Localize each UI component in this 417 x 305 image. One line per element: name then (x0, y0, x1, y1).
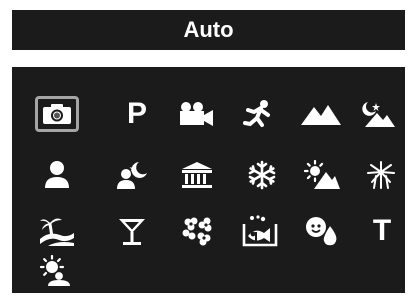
fish-tank-icon (242, 215, 278, 247)
mode-snow[interactable] (240, 157, 284, 193)
snowflake-icon (248, 160, 276, 190)
moon-mountain-icon (362, 102, 395, 127)
mode-baby-pet[interactable] (300, 213, 344, 249)
runner-icon (243, 100, 270, 127)
cocktail-icon (119, 219, 145, 245)
mode-backlight-portrait[interactable] (34, 253, 78, 289)
fireworks-icon (367, 161, 395, 189)
mode-landscape[interactable] (299, 96, 343, 132)
palm-wave-icon (40, 218, 74, 246)
museum-icon (182, 162, 212, 188)
mode-beach[interactable] (300, 157, 344, 193)
mode-grid: P T (12, 67, 405, 293)
person-icon (45, 161, 69, 188)
mode-auto-camera[interactable] (35, 96, 79, 132)
mode-portrait[interactable] (35, 157, 79, 193)
mode-program[interactable]: P (115, 96, 159, 132)
mode-fireworks[interactable] (359, 157, 403, 193)
mode-underwater[interactable] (238, 213, 282, 249)
mode-museum[interactable] (175, 157, 219, 193)
p-letter-icon: P (126, 97, 147, 130)
mode-party[interactable] (110, 213, 154, 249)
mode-text[interactable]: T (360, 213, 404, 249)
mode-title: Auto (183, 17, 234, 42)
flower-icon (182, 217, 212, 246)
mode-title-bar: Auto (12, 10, 405, 50)
movie-camera-icon (180, 102, 213, 126)
moon-person-icon (117, 162, 147, 189)
mode-sports[interactable] (236, 96, 280, 132)
camera-icon (43, 104, 71, 124)
t-letter-icon: T (372, 214, 392, 247)
sun-mountain-icon (304, 160, 340, 189)
mode-flower[interactable] (175, 213, 219, 249)
mode-night-portrait[interactable] (110, 157, 154, 193)
mode-sunset[interactable] (35, 213, 79, 249)
mountain-icon (301, 105, 341, 125)
sun-person-icon (39, 255, 70, 286)
mode-movie[interactable] (174, 96, 218, 132)
baby-drop-icon (306, 217, 338, 247)
mode-night-landscape[interactable] (355, 96, 399, 132)
